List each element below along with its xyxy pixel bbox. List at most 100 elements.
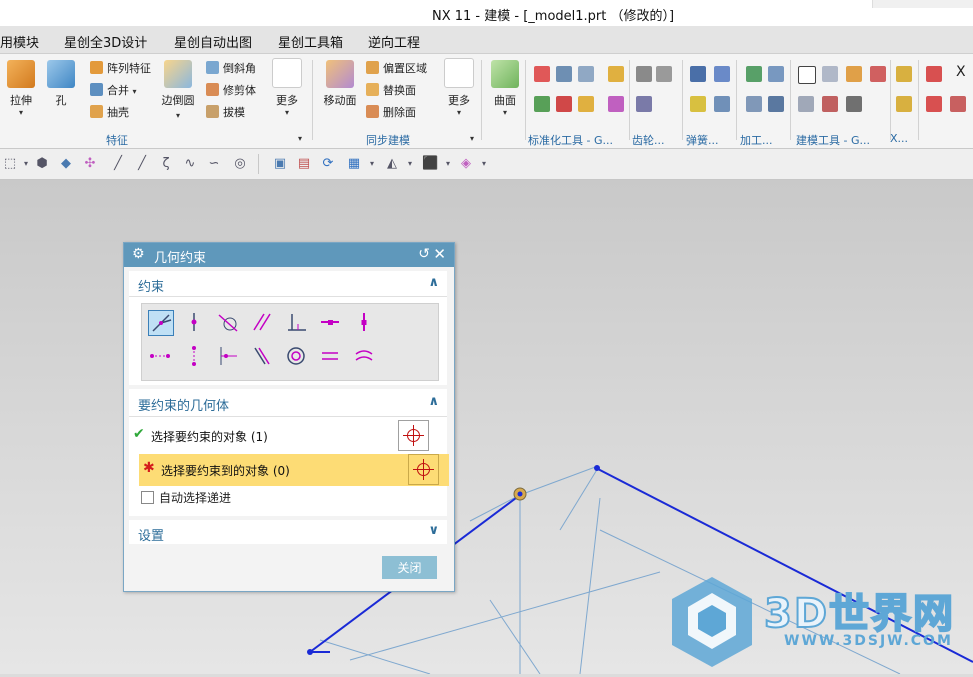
machining-tool-icon[interactable] bbox=[768, 66, 784, 82]
view-icon[interactable]: ▣ bbox=[272, 156, 288, 172]
modeling-tool-icon[interactable] bbox=[846, 96, 862, 112]
replace-face-button[interactable]: 替换面 bbox=[366, 82, 416, 98]
geometry-section-header[interactable]: 要约束的几何体 bbox=[138, 395, 229, 414]
select-target-row[interactable]: ✱ 选择要约束到的对象 (0) bbox=[139, 454, 449, 486]
machining-group-label[interactable]: 加工... bbox=[740, 132, 773, 148]
spring-tool-icon[interactable] bbox=[690, 96, 706, 112]
select-rectangle-icon[interactable]: ⬚ bbox=[2, 156, 18, 172]
dialog-title-bar[interactable]: ⚙ 几何约束 ↺ ✕ bbox=[124, 243, 454, 267]
snap-face-icon[interactable]: ◆ bbox=[58, 156, 74, 172]
close-icon[interactable]: ✕ bbox=[433, 245, 446, 263]
dropdown-icon[interactable]: ▾ bbox=[402, 156, 418, 172]
horizontal-alignment-constraint-icon[interactable] bbox=[148, 344, 174, 370]
select-object-row[interactable]: ✔ 选择要约束的对象 (1) bbox=[129, 420, 439, 452]
vertical-alignment-constraint-icon[interactable] bbox=[182, 344, 208, 370]
delete-face-button[interactable]: 删除面 bbox=[366, 104, 416, 120]
offset-region-button[interactable]: 偏置区域 bbox=[366, 60, 427, 76]
menu-item-reverse-engineering[interactable]: 逆向工程 bbox=[368, 32, 420, 51]
collinear-constraint-icon[interactable] bbox=[250, 344, 276, 370]
gear-tool-icon[interactable] bbox=[656, 66, 672, 82]
hole-button[interactable]: 孔 bbox=[46, 60, 76, 108]
std-tool-icon[interactable] bbox=[578, 66, 594, 82]
perpendicular-constraint-icon[interactable] bbox=[284, 310, 310, 336]
spline-icon[interactable]: ∽ bbox=[206, 156, 222, 172]
spring-tool-icon[interactable] bbox=[690, 66, 706, 82]
extra-tool-icon[interactable] bbox=[926, 96, 942, 112]
chevron-down-icon[interactable]: ∨ bbox=[428, 523, 439, 538]
menu-item-toolbox[interactable]: 星创工具箱 bbox=[278, 32, 343, 51]
modeling-tool-icon[interactable] bbox=[798, 96, 814, 112]
close-icon[interactable]: X bbox=[956, 64, 966, 80]
vertical-constraint-icon[interactable] bbox=[352, 310, 378, 336]
dropdown-icon[interactable]: ▾ bbox=[476, 156, 492, 172]
edge-blend-button[interactable]: 边倒圆 ▾ bbox=[160, 60, 196, 121]
std-tool-icon[interactable] bbox=[608, 66, 624, 82]
modeling-tools-group-label[interactable]: 建模工具 - G... bbox=[796, 132, 870, 148]
std-tool-icon[interactable] bbox=[556, 66, 572, 82]
coincident-constraint-icon[interactable] bbox=[148, 310, 174, 336]
spring-group-label[interactable]: 弹簧... bbox=[686, 132, 719, 148]
unite-button[interactable]: 合并 ▾ bbox=[90, 82, 137, 98]
snap-point-icon[interactable]: ✣ bbox=[82, 156, 98, 172]
modeling-tool-icon[interactable] bbox=[846, 66, 862, 82]
trim-body-button[interactable]: 修剪体 bbox=[206, 82, 256, 98]
extra-tool-icon[interactable] bbox=[896, 96, 912, 112]
gear-icon[interactable]: ⚙ bbox=[132, 246, 145, 262]
std-tools-group-label[interactable]: 标准化工具 - G... bbox=[528, 132, 613, 148]
spring-tool-icon[interactable] bbox=[714, 96, 730, 112]
snap-body-icon[interactable]: ⬢ bbox=[34, 156, 50, 172]
extrude-button[interactable]: 拉伸 ▾ bbox=[4, 60, 38, 117]
dropdown-icon[interactable]: ▾ bbox=[364, 156, 380, 172]
extra-tool-icon[interactable] bbox=[926, 66, 942, 82]
horizontal-constraint-icon[interactable] bbox=[318, 310, 344, 336]
filter-icon[interactable]: ◈ bbox=[458, 156, 474, 172]
std-tool-icon[interactable] bbox=[608, 96, 624, 112]
menu-item-modules[interactable]: 用模块 bbox=[0, 32, 39, 51]
curve-icon[interactable]: ζ bbox=[158, 156, 174, 172]
midpoint-constraint-icon[interactable] bbox=[216, 344, 242, 370]
crosshair-select-button[interactable] bbox=[408, 454, 439, 485]
circle-icon[interactable]: ◎ bbox=[232, 156, 248, 172]
settings-section-header[interactable]: 设置 bbox=[138, 525, 164, 544]
extra-tool-icon[interactable] bbox=[950, 96, 966, 112]
line-icon[interactable]: ╱ bbox=[134, 156, 150, 172]
std-tool-icon[interactable] bbox=[556, 96, 572, 112]
modeling-tool-icon[interactable] bbox=[822, 96, 838, 112]
feature-group-menu[interactable]: ▾ bbox=[298, 134, 302, 143]
crosshair-select-button[interactable] bbox=[398, 420, 429, 451]
view-icon[interactable]: ▤ bbox=[296, 156, 312, 172]
point-on-curve-constraint-icon[interactable] bbox=[182, 310, 208, 336]
shell-button[interactable]: 抽壳 bbox=[90, 104, 129, 120]
std-tool-icon[interactable] bbox=[534, 96, 550, 112]
spring-tool-icon[interactable] bbox=[714, 66, 730, 82]
tangent-constraint-icon[interactable] bbox=[216, 310, 242, 336]
constraint-section-header[interactable]: 约束 bbox=[138, 276, 164, 295]
auto-advance-checkbox[interactable] bbox=[141, 491, 154, 504]
render-icon[interactable]: ◭ bbox=[384, 156, 400, 172]
draft-button[interactable]: 拔模 bbox=[206, 104, 245, 120]
dropdown-icon[interactable]: ▾ bbox=[18, 156, 34, 172]
chevron-up-icon[interactable]: ∧ bbox=[428, 275, 439, 290]
sync-group-menu[interactable]: ▾ bbox=[470, 134, 474, 143]
cube-icon[interactable]: ⬛ bbox=[422, 156, 438, 172]
menu-item-auto-drawing[interactable]: 星创自动出图 bbox=[174, 32, 252, 51]
close-button[interactable]: 关闭 bbox=[382, 556, 437, 579]
gear-group-label[interactable]: 齿轮... bbox=[632, 132, 665, 148]
std-tool-icon[interactable] bbox=[578, 96, 594, 112]
machining-tool-icon[interactable] bbox=[746, 66, 762, 82]
machining-tool-icon[interactable] bbox=[768, 96, 784, 112]
spline-icon[interactable]: ∿ bbox=[182, 156, 198, 172]
chevron-up-icon[interactable]: ∧ bbox=[428, 394, 439, 409]
parallel-constraint-icon[interactable] bbox=[250, 310, 276, 336]
surface-button[interactable]: 曲面 ▾ bbox=[488, 60, 522, 117]
std-tool-icon[interactable] bbox=[534, 66, 550, 82]
extra-tool-icon[interactable] bbox=[896, 66, 912, 82]
extra-group-label[interactable]: X... bbox=[890, 132, 908, 145]
modeling-tool-icon[interactable] bbox=[822, 66, 838, 82]
machining-tool-icon[interactable] bbox=[746, 96, 762, 112]
pattern-feature-button[interactable]: 阵列特征 bbox=[90, 60, 151, 76]
sync-more-button[interactable]: 更多 ▾ bbox=[442, 58, 476, 117]
equal-radius-constraint-icon[interactable] bbox=[352, 344, 378, 370]
reset-icon[interactable]: ↺ bbox=[418, 246, 430, 262]
concentric-constraint-icon[interactable] bbox=[284, 344, 310, 370]
